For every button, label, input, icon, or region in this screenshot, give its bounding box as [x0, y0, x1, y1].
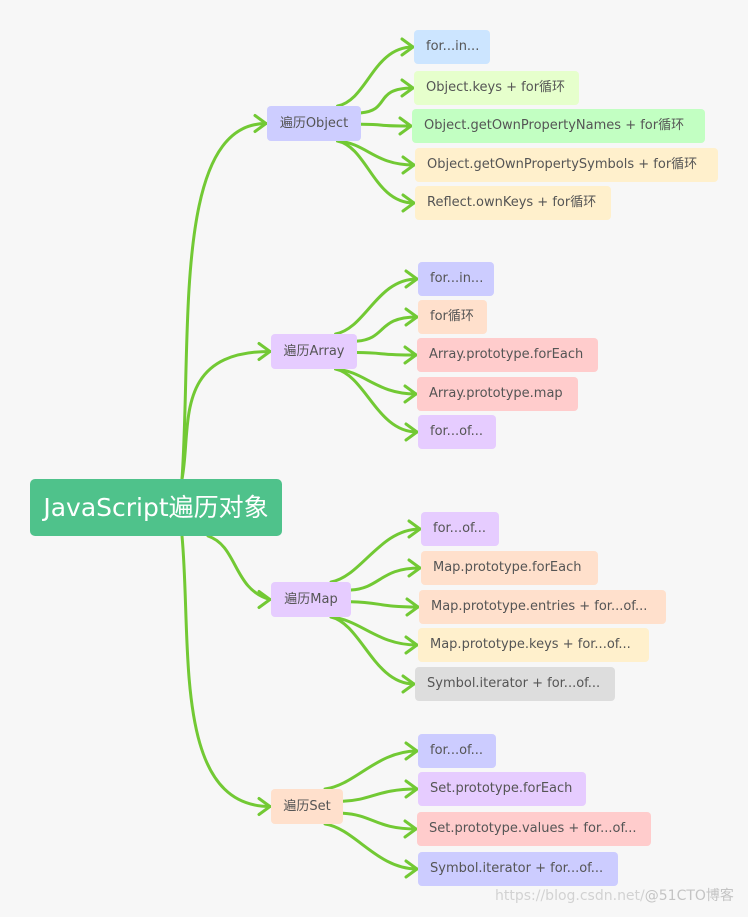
watermark-brand: @51CTO博客 — [644, 888, 734, 904]
arrow-head-icon — [257, 590, 273, 609]
branch-node-array[interactable]: 遍历Array — [271, 334, 357, 369]
leaf-node[interactable]: Object.getOwnPropertyNames + for循环 — [412, 109, 705, 143]
branch-to-leaf-connector — [329, 527, 422, 584]
leaf-node[interactable]: Set.prototype.values + for...of... — [417, 812, 651, 846]
leaf-node[interactable]: for...of... — [418, 734, 496, 768]
leaf-node[interactable]: Array.prototype.map — [417, 377, 578, 411]
root-to-branch-connector — [206, 534, 272, 601]
root-node[interactable]: JavaScript遍历对象 — [30, 479, 282, 536]
leaf-node[interactable]: Symbol.iterator + for...of... — [415, 667, 615, 701]
leaf-node[interactable]: Object.getOwnPropertySymbols + for循环 — [415, 148, 718, 182]
branch-to-leaf-connector — [334, 367, 418, 396]
leaf-node[interactable]: Symbol.iterator + for...of... — [418, 852, 618, 886]
leaf-node[interactable]: Map.prototype.keys + for...of... — [418, 628, 649, 662]
leaf-node[interactable]: Map.prototype.entries + for...of... — [419, 590, 666, 624]
branch-to-leaf-connector — [329, 615, 416, 686]
branch-to-leaf-connector — [329, 615, 419, 647]
branch-to-leaf-connector — [341, 787, 419, 803]
leaf-node[interactable]: for循环 — [418, 300, 487, 334]
branch-to-leaf-connector — [355, 351, 418, 357]
leaf-node[interactable]: Array.prototype.forEach — [417, 338, 598, 372]
leaf-node[interactable]: for...of... — [421, 512, 499, 546]
leaf-node[interactable]: Object.keys + for循环 — [414, 71, 579, 105]
root-to-branch-connector — [180, 350, 272, 481]
leaf-node[interactable]: for...in... — [418, 262, 494, 296]
branch-to-leaf-connector — [349, 600, 420, 609]
branch-to-leaf-connector — [355, 315, 419, 343]
watermark-url: https://blog.csdn.net/ — [495, 888, 645, 904]
branch-to-leaf-connector — [359, 122, 413, 128]
branch-to-leaf-connector — [349, 566, 422, 592]
branch-to-leaf-connector — [323, 749, 419, 791]
root-to-branch-connector — [180, 122, 268, 481]
watermark: https://blog.csdn.net/@51CTO博客 — [495, 885, 734, 905]
leaf-node[interactable]: for...in... — [414, 30, 490, 64]
leaf-node[interactable]: for...of... — [418, 415, 496, 449]
branch-node-map[interactable]: 遍历Map — [271, 582, 351, 617]
root-to-branch-connector — [180, 534, 272, 808]
leaf-node[interactable]: Set.prototype.forEach — [418, 772, 586, 806]
branch-node-set[interactable]: 遍历Set — [271, 789, 343, 824]
branch-node-object[interactable]: 遍历Object — [267, 106, 361, 141]
branch-to-leaf-connector — [323, 822, 419, 871]
leaf-node[interactable]: Reflect.ownKeys + for循环 — [415, 186, 611, 220]
branch-to-leaf-connector — [359, 86, 415, 115]
leaf-node[interactable]: Map.prototype.forEach — [421, 551, 598, 585]
